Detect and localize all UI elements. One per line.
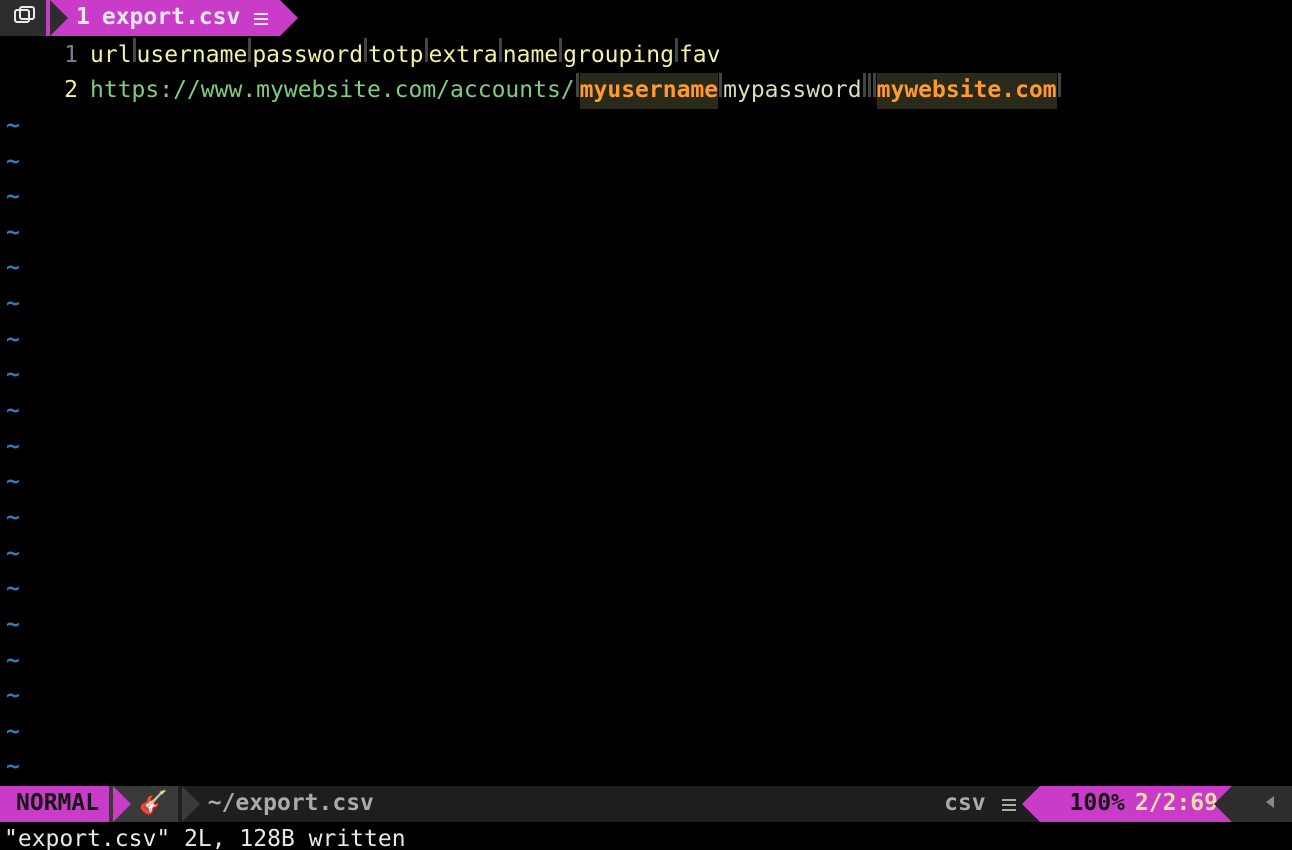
csv-sep-icon bbox=[719, 73, 722, 97]
csv-sep-icon bbox=[364, 38, 367, 62]
csv-value-name: mywebsite.com bbox=[877, 73, 1057, 109]
empty-line-tilde: ~ bbox=[0, 644, 1292, 680]
position-segment: 100% 2/2:69 bbox=[1040, 786, 1232, 822]
status-line: NORMAL 🎸 ~/export.csv csv 100% 2/2:69 bbox=[0, 786, 1292, 822]
empty-line-tilde: ~ bbox=[0, 394, 1292, 430]
percent-label: 100% bbox=[1070, 786, 1125, 822]
mode-label: NORMAL bbox=[16, 786, 99, 822]
csv-sep-icon bbox=[425, 38, 428, 62]
empty-line-tilde: ~ bbox=[0, 251, 1292, 287]
csv-header: username bbox=[137, 38, 248, 74]
command-line[interactable]: "export.csv" 2L, 128B written bbox=[0, 822, 1292, 850]
csv-header: url bbox=[90, 38, 132, 74]
mode-segment: NORMAL bbox=[0, 786, 113, 822]
tab-index: 1 bbox=[76, 0, 90, 36]
modified-icon bbox=[252, 0, 270, 36]
empty-line-tilde: ~ bbox=[0, 180, 1292, 216]
empty-line-tilde: ~ bbox=[0, 465, 1292, 501]
filetype-label: csv bbox=[944, 786, 986, 822]
branch-icon: 🎸 bbox=[139, 786, 168, 822]
csv-header: extra bbox=[429, 38, 498, 74]
empty-line-tilde: ~ bbox=[0, 430, 1292, 466]
csv-sep-icon bbox=[499, 38, 502, 62]
csv-header: name bbox=[503, 38, 558, 74]
csv-sep-icon bbox=[868, 73, 871, 97]
location-label: 2/2:69 bbox=[1135, 786, 1218, 822]
csv-sep-icon bbox=[248, 38, 251, 62]
file-segment: ~/export.csv bbox=[178, 786, 388, 822]
empty-line-tilde: ~ bbox=[0, 323, 1292, 359]
empty-line-tilde: ~ bbox=[0, 358, 1292, 394]
csv-sep-icon bbox=[873, 73, 876, 97]
csv-sep-icon bbox=[863, 73, 866, 97]
csv-value-username: myusername bbox=[580, 73, 718, 109]
csv-sep-icon bbox=[675, 38, 678, 62]
line-number: 1 bbox=[0, 38, 90, 74]
code-line: 2 https://www.mywebsite.com/accounts/ my… bbox=[0, 73, 1292, 109]
tab-filename: export.csv bbox=[102, 0, 240, 36]
empty-line-tilde: ~ bbox=[0, 501, 1292, 537]
empty-line-tilde: ~ bbox=[0, 145, 1292, 181]
csv-value-url: https://www.mywebsite.com/accounts/ bbox=[90, 73, 575, 109]
csv-value-password: mypassword bbox=[723, 73, 861, 109]
empty-line-tilde: ~ bbox=[0, 608, 1292, 644]
line-number-active: 2 bbox=[0, 73, 90, 109]
csv-sep-icon bbox=[1058, 73, 1061, 97]
empty-line-tilde: ~ bbox=[0, 287, 1292, 323]
tab-segment-icon[interactable] bbox=[0, 0, 50, 36]
csv-sep-icon bbox=[559, 38, 562, 62]
csv-sep-icon bbox=[133, 38, 136, 62]
csv-header: grouping bbox=[563, 38, 674, 74]
end-segment bbox=[1232, 786, 1292, 822]
empty-line-tilde: ~ bbox=[0, 216, 1292, 252]
tab-bar: 1 export.csv bbox=[0, 0, 1292, 36]
file-path: ~/export.csv bbox=[208, 786, 374, 822]
editor-area[interactable]: 1 url username password totp extra name … bbox=[0, 36, 1292, 786]
code-line: 1 url username password totp extra name … bbox=[0, 38, 1292, 74]
csv-sep-icon bbox=[576, 73, 579, 97]
csv-header: fav bbox=[679, 38, 721, 74]
csv-header: totp bbox=[368, 38, 423, 74]
message-text: "export.csv" 2L, 128B written bbox=[4, 822, 406, 850]
empty-line-tilde: ~ bbox=[0, 572, 1292, 608]
empty-line-tilde: ~ bbox=[0, 109, 1292, 145]
empty-line-tilde: ~ bbox=[0, 679, 1292, 715]
filetype-icon bbox=[1000, 786, 1018, 822]
chevron-left-icon bbox=[1262, 786, 1278, 822]
empty-line-tilde: ~ bbox=[0, 537, 1292, 573]
buffer-icon bbox=[14, 0, 36, 36]
empty-line-tilde: ~ bbox=[0, 715, 1292, 751]
empty-line-tilde: ~ bbox=[0, 750, 1292, 786]
csv-header: password bbox=[252, 38, 363, 74]
tab-active[interactable]: 1 export.csv bbox=[46, 0, 280, 36]
